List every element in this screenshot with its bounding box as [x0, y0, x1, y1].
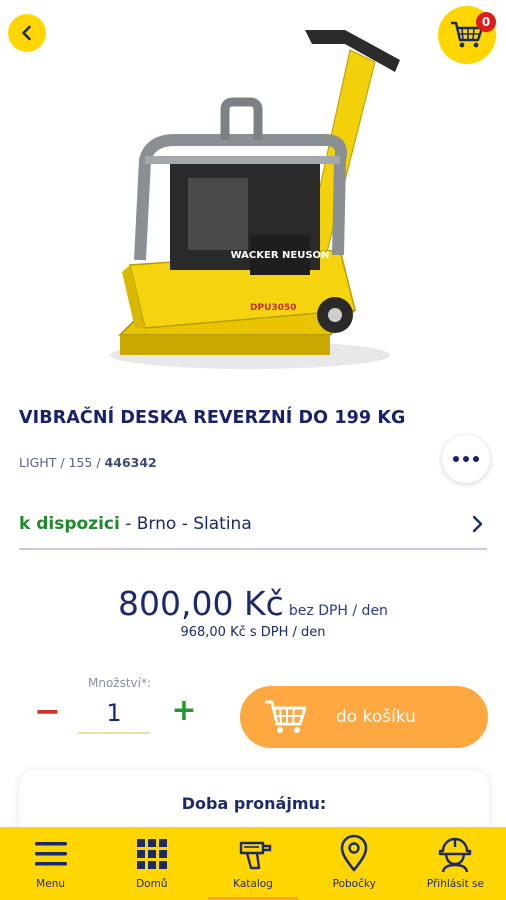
grid-icon: [136, 839, 167, 869]
product-image: WACKER NEUSON DPU3050: [110, 30, 400, 369]
chevron-left-icon: [22, 25, 31, 41]
product-meta: LIGHT / 155 / 446342: [19, 455, 157, 470]
add-to-cart-label: do košíku: [336, 707, 416, 727]
drill-icon: [239, 841, 272, 870]
availability-status: k dispozici: [19, 514, 120, 534]
dot-icon: [473, 456, 479, 462]
price-without-vat: 800,00 Kč: [118, 584, 284, 623]
nav-label: Pobočky: [332, 878, 376, 890]
product-title: VIBRAČNÍ DESKA REVERZNÍ DO 199 KG: [19, 408, 406, 428]
dot-icon: [453, 456, 459, 462]
add-to-cart-button[interactable]: do košíku: [240, 686, 488, 748]
nav-label: Přihlásit se: [426, 878, 484, 890]
more-options-button[interactable]: [442, 435, 490, 483]
quantity-label: Množství*:: [88, 676, 152, 690]
location-pin-icon: [340, 834, 368, 872]
nav-item-login[interactable]: Přihlásit se: [405, 827, 506, 900]
chevron-right-icon: [472, 515, 483, 533]
cart-count-badge: 0: [476, 12, 496, 32]
model-text: DPU3050: [250, 303, 296, 313]
quantity-increase-button[interactable]: +: [170, 696, 198, 726]
price-with-vat: 968,00 Kč s DPH / den: [180, 625, 326, 640]
menu-icon: [34, 842, 67, 866]
nav-item-catalog[interactable]: Katalog: [202, 827, 303, 900]
nav-label: Menu: [36, 878, 66, 890]
rental-period-title: Doba pronájmu:: [181, 794, 327, 813]
nav-label: Domů: [136, 878, 168, 890]
dot-icon: [463, 456, 469, 462]
back-button[interactable]: [8, 14, 46, 52]
quantity-input[interactable]: [78, 694, 150, 734]
nav-label: Katalog: [233, 878, 273, 890]
cart-button[interactable]: 0: [438, 6, 496, 64]
bottom-navigation: Menu Domů Katalog Pobočky Přihlásit se: [0, 827, 506, 900]
availability-row[interactable]: k dispozici - Brno - Slatina: [19, 500, 487, 550]
cart-icon: [265, 700, 307, 733]
nav-item-menu[interactable]: Menu: [0, 827, 101, 900]
nav-item-branches[interactable]: Pobočky: [304, 827, 405, 900]
product-code: 446342: [104, 455, 157, 470]
nav-item-home[interactable]: Domů: [101, 827, 202, 900]
product-category: LIGHT / 155 /: [19, 455, 105, 470]
availability-location: - Brno - Slatina: [119, 514, 252, 534]
quantity-decrease-button[interactable]: −: [34, 695, 61, 727]
availability-text: k dispozici - Brno - Slatina: [19, 514, 252, 534]
price-block: 800,00 Kč bez DPH / den 968,00 Kč s DPH …: [0, 584, 506, 640]
price-without-vat-suffix: bez DPH / den: [288, 603, 388, 619]
brand-text: WACKER NEUSON: [231, 250, 330, 261]
worker-helmet-icon: [439, 837, 472, 873]
